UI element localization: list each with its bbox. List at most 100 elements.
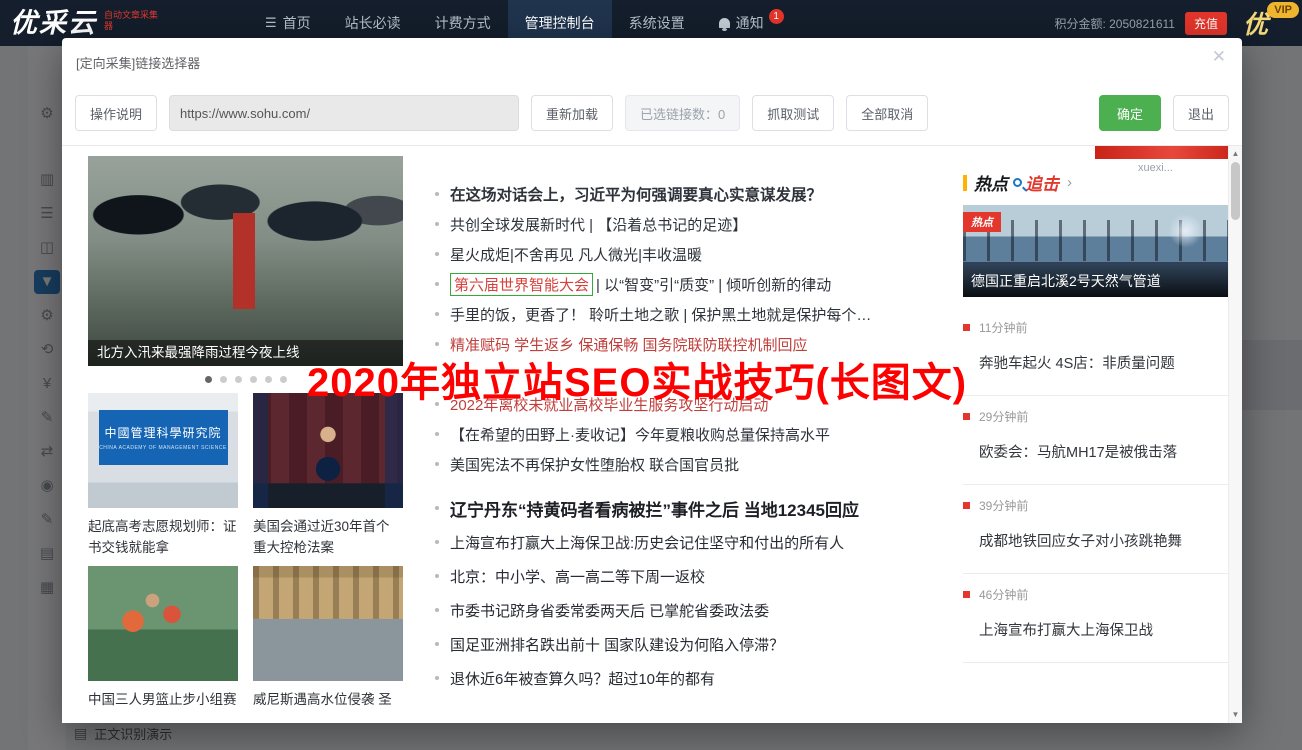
news-link[interactable]: 共创全球发展新时代 | 【沿着总书记的足迹】 [435, 209, 935, 239]
bullet-icon [435, 574, 439, 578]
dot-icon[interactable] [264, 376, 272, 383]
news-link[interactable]: 手里的饭，更香了！ 聆听土地之歌 | 保护黑土地就是保护每个… [435, 299, 935, 329]
bullet-icon [435, 432, 439, 436]
bullet-icon [435, 506, 439, 510]
hot-item-title[interactable]: 欧委会：马航MH17是被俄击落 [979, 441, 1228, 462]
exit-button[interactable]: 退出 [1172, 95, 1229, 131]
selected-link-highlight[interactable]: 第六届世界智能大会 [450, 272, 594, 296]
promo-banner-caption: xuexi... [1138, 162, 1173, 174]
nav-label-notifications: 通知 [735, 15, 764, 31]
hot-list: 11分钟前 奔驰车起火 4S店：非质量问题 29分钟前 欧委会：马航MH17是被… [963, 307, 1228, 663]
hot-item[interactable]: 46分钟前 上海宣布打赢大上海保卫战 [963, 574, 1228, 663]
dot-icon[interactable] [279, 376, 287, 383]
bullet-icon [435, 642, 439, 646]
promo-banner [1095, 146, 1235, 159]
square-bullet-icon [963, 591, 970, 598]
hot-title-right: 追击 [1025, 175, 1059, 194]
news-link[interactable]: 辽宁丹东“持黄码者看病被拦”事件之后 当地12345回应 [435, 491, 935, 525]
hot-time: 39分钟前 [979, 499, 1029, 513]
carousel-image [88, 156, 403, 366]
square-bullet-icon [963, 413, 970, 420]
dot-icon[interactable] [204, 376, 212, 383]
embedded-page: 北方入汛来最强降雨过程今夜上线 中國管理科學研究院 CHINA ACADEMY … [62, 145, 1242, 723]
dot-icon[interactable] [249, 376, 257, 383]
news-link-selected[interactable]: 第六届世界智能大会 | 以“智变”引“质变” | 倾听创新的律动 [435, 269, 935, 299]
scroll-down-icon[interactable]: ▼ [1229, 708, 1242, 722]
card-image: 中國管理科學研究院 CHINA ACADEMY OF MANAGEMENT SC… [88, 393, 238, 508]
chevron-right-icon[interactable]: › [1067, 174, 1072, 191]
hot-title-left: 热点 [974, 175, 1008, 194]
hot-item-title[interactable]: 上海宣布打赢大上海保卫战 [979, 619, 1228, 640]
content-scrollbar[interactable]: ▲ ▼ [1228, 146, 1242, 723]
hot-item[interactable]: 39分钟前 成都地铁回应女子对小孩跳艳舞 [963, 485, 1228, 574]
hot-item[interactable]: 11分钟前 奔驰车起火 4S店：非质量问题 [963, 307, 1228, 396]
news-card[interactable]: 美国会通过近30年首个重大控枪法案 [253, 393, 403, 558]
news-card[interactable]: 威尼斯遇高水位侵袭 圣 [253, 566, 403, 710]
watermark-text: 2020年独立站SEO实战技巧(长图文) [307, 361, 968, 405]
bullet-icon [435, 222, 439, 226]
bullet-icon [435, 462, 439, 466]
card-caption[interactable]: 中国三人男篮止步小组赛 [88, 689, 238, 710]
hot-feature-story[interactable]: 热点 德国正重启北溪2号天然气管道 [963, 205, 1228, 297]
carousel[interactable]: 北方入汛来最强降雨过程今夜上线 [88, 156, 403, 366]
vip-badge: VIP [1267, 2, 1299, 18]
grab-test-button[interactable]: 抓取测试 [752, 95, 835, 131]
dot-icon[interactable] [219, 376, 227, 383]
hot-column: 热点 追击 › 热点 德国正重启北溪2号天然气管道 11分钟前 奔驰车起火 4S… [963, 146, 1228, 663]
accent-bar [963, 174, 967, 191]
news-card[interactable]: 中國管理科學研究院 CHINA ACADEMY OF MANAGEMENT SC… [88, 393, 238, 558]
magnifier-icon [1013, 178, 1022, 187]
news-link[interactable]: 上海宣布打赢大上海保卫战:历史会记住坚守和付出的所有人 [435, 525, 935, 559]
institute-name: 中國管理科學研究院 [104, 426, 222, 441]
dot-icon[interactable] [234, 376, 242, 383]
close-icon[interactable]: ✕ [1212, 47, 1226, 67]
bullet-icon [435, 252, 439, 256]
recharge-button[interactable]: 充值 [1184, 11, 1227, 35]
hot-badge: 热点 [963, 212, 1001, 232]
news-link[interactable]: 国足亚洲排名跌出前十 国家队建设为何陷入停滞？ [435, 627, 935, 661]
hot-section-header: 热点 追击 › [963, 170, 1228, 195]
bullet-icon [435, 192, 439, 196]
hot-item[interactable]: 29分钟前 欧委会：马航MH17是被俄击落 [963, 396, 1228, 485]
help-button[interactable]: 操作说明 [75, 95, 158, 131]
news-link[interactable]: 星火成炬|不舍再见 凡人微光|丰收温暖 [435, 239, 935, 269]
bullet-icon [435, 342, 439, 346]
card-caption[interactable]: 威尼斯遇高水位侵袭 圣 [253, 689, 403, 710]
dialog-toolbar: 操作说明 重新加载 已选链接数：0 抓取测试 全部取消 确定 退出 [75, 95, 1229, 131]
bullet-icon [435, 312, 439, 316]
bullet-icon [435, 676, 439, 680]
logo-subtitle: 自动文章采集器 [104, 10, 159, 31]
card-caption[interactable]: 起底高考志愿规划师：证书交钱就能拿 [88, 516, 238, 558]
card-image [88, 566, 238, 681]
square-bullet-icon [963, 324, 970, 331]
news-card[interactable]: 中国三人男篮止步小组赛 [88, 566, 238, 710]
nav-right-area: 积分金额: 2050821611 充值 优 [1054, 5, 1268, 41]
app-logo[interactable]: 优采云 自动文章采集器 [10, 3, 248, 43]
hot-item-title[interactable]: 成都地铁回应女子对小孩跳艳舞 [979, 530, 1228, 551]
news-link[interactable]: 市委书记跻身省委常委两天后 已掌舵省委政法委 [435, 593, 935, 627]
hot-item-title[interactable]: 奔驰车起火 4S店：非质量问题 [979, 352, 1228, 373]
news-link[interactable]: 在这场对话会上，习近平为何强调要真心实意谋发展？ [435, 179, 935, 209]
cancel-all-button[interactable]: 全部取消 [846, 95, 929, 131]
bullet-icon [435, 540, 439, 544]
screen: 优采云 自动文章采集器 ☰ 首页 站长必读 计费方式 管理控制台 系统设置 通知… [0, 0, 1302, 750]
url-input[interactable] [169, 95, 520, 131]
news-link[interactable]: 北京：中小学、高一高二等下周一返校 [435, 559, 935, 593]
bullet-icon [435, 608, 439, 612]
hot-time: 46分钟前 [979, 588, 1029, 602]
square-bullet-icon [963, 502, 970, 509]
menu-icon: ☰ [265, 15, 277, 30]
scroll-up-icon[interactable]: ▲ [1229, 147, 1242, 161]
bullet-icon [435, 282, 439, 286]
institute-subtitle: CHINA ACADEMY OF MANAGEMENT SCIENCE [99, 445, 227, 452]
hot-time: 29分钟前 [979, 410, 1029, 424]
card-image [253, 566, 403, 681]
news-link[interactable]: 【在希望的田野上·麦收记】今年夏粮收购总量保持高水平 [435, 419, 935, 449]
reload-button[interactable]: 重新加载 [531, 95, 614, 131]
card-caption[interactable]: 美国会通过近30年首个重大控枪法案 [253, 516, 403, 558]
news-link[interactable]: 退休近6年被查算久吗？超过10年的都有 [435, 661, 935, 695]
news-link[interactable]: 美国宪法不再保护女性堕胎权 联合国官员批 [435, 449, 935, 479]
dialog-title: [定向采集]链接选择器 [76, 56, 201, 71]
scrollbar-thumb[interactable] [1231, 162, 1240, 220]
confirm-button[interactable]: 确定 [1098, 95, 1161, 131]
